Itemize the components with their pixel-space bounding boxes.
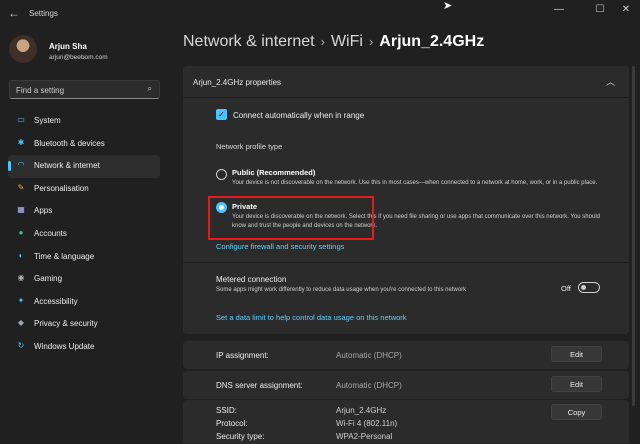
chevron-up-icon[interactable]: ︿: [606, 75, 615, 88]
person-icon: ●: [18, 227, 24, 237]
sidebar-item-label: Bluetooth & devices: [34, 138, 105, 148]
copy-button[interactable]: Copy: [551, 404, 602, 420]
sidebar-item-label: System: [34, 116, 61, 125]
metered-description: Some apps might work differently to redu…: [216, 287, 467, 293]
sidebar-item-apps[interactable]: ▦ Apps: [8, 200, 160, 223]
connect-auto-label: Connect automatically when in range: [233, 111, 365, 120]
bluetooth-icon: ✱: [17, 137, 25, 147]
sidebar-nav: ▭ System ✱ Bluetooth & devices ◠ Network & in…: [8, 110, 160, 359]
ip-edit-button[interactable]: Edit: [551, 346, 602, 362]
breadcrumb-separator-icon: ›: [320, 34, 325, 49]
brush-icon: ✎: [17, 182, 25, 192]
dns-edit-button[interactable]: Edit: [551, 376, 602, 392]
scrollbar[interactable]: [632, 66, 635, 406]
protocol-label: Protocol:: [216, 419, 248, 428]
shield-icon: ◆: [17, 318, 25, 328]
dns-assignment-row: DNS server assignment: Automatic (DHCP) …: [183, 371, 629, 399]
sidebar-item-accounts[interactable]: ● Accounts: [8, 223, 160, 246]
metered-title: Metered connection: [216, 275, 287, 284]
sidebar-item-gaming[interactable]: ◉ Gaming: [8, 268, 160, 291]
sidebar-item-label: Time & language: [34, 251, 95, 261]
ssid-label: SSID:: [216, 406, 237, 415]
public-description: Your device is not discoverable on the n…: [232, 180, 598, 186]
public-title: Public (Recommended): [232, 168, 316, 177]
sidebar-item-label: Accounts: [34, 228, 67, 238]
section-divider: [183, 262, 629, 263]
minimize-icon[interactable]: —: [551, 4, 567, 15]
apps-icon: ▦: [17, 205, 25, 215]
window-title: Settings: [29, 9, 58, 18]
security-type-label: Security type:: [216, 432, 265, 441]
sidebar-item-network-and-internet[interactable]: ◠ Network & internet: [8, 155, 160, 178]
sidebar-item-label: Network & internet: [34, 161, 100, 171]
protocol-value: Wi-Fi 4 (802.11n): [336, 419, 398, 428]
mouse-cursor-icon: ➤: [443, 0, 453, 12]
page-title: Arjun_2.4GHz: [379, 33, 485, 50]
sidebar-item-privacy-and-security[interactable]: ◆ Privacy & security: [8, 313, 160, 336]
toggle-knob: [581, 285, 586, 290]
search-input[interactable]: [16, 84, 141, 96]
sidebar-item-system[interactable]: ▭ System: [8, 110, 160, 133]
ip-assignment-label: IP assignment:: [216, 351, 269, 360]
avatar[interactable]: [9, 35, 37, 63]
sidebar-item-windows-update[interactable]: ↻ Windows Update: [8, 336, 160, 359]
update-icon: ↻: [17, 340, 25, 350]
sidebar-item-label: Personalisation: [34, 183, 89, 193]
security-type-value: WPA2-Personal: [336, 432, 393, 441]
sidebar-item-time-and-language[interactable]: ◐ Time & language: [8, 246, 160, 269]
sidebar-item-label: Privacy & security: [34, 319, 98, 329]
ssid-value: Arjun_2.4GHz: [336, 406, 387, 415]
sidebar-item-label: Windows Update: [34, 341, 95, 351]
sidebar-item-label: Apps: [34, 206, 53, 216]
ip-assignment-row: IP assignment: Automatic (DHCP) Edit: [183, 341, 629, 369]
maximize-icon[interactable]: ☐: [592, 4, 608, 15]
breadcrumb-separator-icon: ›: [368, 34, 374, 49]
title-bar: ← Settings ➤ — ☐ ✕: [0, 0, 640, 28]
breadcrumb-wifi[interactable]: WiFi: [331, 33, 363, 50]
sidebar-item-label: Gaming: [34, 274, 63, 284]
breadcrumb: Network & internet › WiFi › Arjun_2.4GHz: [183, 33, 484, 51]
public-radio[interactable]: [216, 169, 227, 180]
search-icon[interactable]: ⌕: [148, 84, 152, 94]
search-box[interactable]: ⌕: [9, 80, 160, 99]
firewall-link[interactable]: Configure firewall and security settings: [216, 242, 344, 251]
sidebar-item-accessibility[interactable]: ✦ Accessibility: [8, 291, 160, 314]
close-icon[interactable]: ✕: [618, 4, 634, 15]
sidebar-item-bluetooth-and-devices[interactable]: ✱ Bluetooth & devices: [8, 133, 160, 156]
dns-assignment-value: Automatic (DHCP): [336, 381, 402, 390]
connect-auto-checkbox[interactable]: ✓: [216, 109, 227, 120]
sidebar-item-label: Accessibility: [34, 296, 78, 306]
properties-card: Arjun_2.4GHz properties ︿ ✓ Connect auto…: [183, 66, 629, 334]
highlight-box: [208, 196, 374, 240]
back-arrow-icon[interactable]: ←: [8, 6, 20, 20]
user-name: Arjun Sha: [49, 42, 87, 51]
dns-assignment-label: DNS server assignment:: [216, 381, 303, 390]
user-email: arjun@beebom.com: [49, 54, 108, 61]
globe-icon: ◐: [18, 250, 24, 260]
wifi-icon: ◠: [17, 160, 25, 170]
data-limit-link[interactable]: Set a data limit to help control data us…: [216, 313, 407, 322]
network-info-row: SSID: Arjun_2.4GHz Protocol: Wi-Fi 4 (80…: [183, 400, 629, 444]
monitor-icon: ▭: [17, 115, 25, 124]
properties-title: Arjun_2.4GHz properties: [193, 78, 282, 87]
accessibility-icon: ✦: [17, 295, 25, 305]
ip-assignment-value: Automatic (DHCP): [336, 351, 402, 360]
gamepad-icon: ◉: [17, 273, 25, 283]
metered-toggle[interactable]: [578, 282, 600, 293]
properties-header[interactable]: Arjun_2.4GHz properties ︿: [183, 66, 629, 98]
metered-toggle-label: Off: [561, 284, 571, 293]
breadcrumb-network[interactable]: Network & internet: [183, 33, 315, 50]
profile-type-label: Network profile type: [216, 142, 283, 151]
sidebar-item-personalisation[interactable]: ✎ Personalisation: [8, 178, 160, 201]
